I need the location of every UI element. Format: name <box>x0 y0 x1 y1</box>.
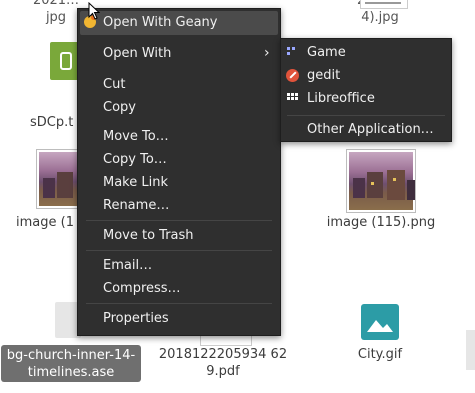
submenu-item-libreoffice[interactable]: Libreoffice <box>307 88 375 110</box>
submenu-item-gedit[interactable]: gedit <box>307 65 340 87</box>
file-label-pdf-line2[interactable]: 9.pdf <box>156 363 290 380</box>
menu-separator <box>86 220 272 221</box>
menu-item-cut[interactable]: Cut <box>103 74 125 96</box>
lock-icon <box>60 52 72 70</box>
menu-item-move-to[interactable]: Move To… <box>103 126 169 148</box>
partial-file-icon-edge[interactable] <box>466 330 475 370</box>
file-label-pdf-line1[interactable]: 2018122205934 62 <box>156 346 290 363</box>
image-icon <box>367 320 393 332</box>
menu-separator <box>86 250 272 251</box>
pdf-thumbnail-top[interactable] <box>360 0 408 9</box>
mouse-cursor-icon <box>88 2 100 20</box>
submenu-item-other-application[interactable]: Other Application… <box>307 119 434 141</box>
menu-item-copy-to[interactable]: Copy To… <box>103 149 167 171</box>
submenu-item-game[interactable]: Game <box>307 42 346 64</box>
game-icon <box>287 47 299 57</box>
file-label-bg-church-line1: bg-church-inner-14- <box>6 348 136 363</box>
menu-separator <box>86 303 272 304</box>
open-with-submenu: Game gedit Libreoffice Other Application… <box>280 38 452 142</box>
file-label-image-left[interactable]: image (1 <box>16 214 86 231</box>
menu-item-compress[interactable]: Compress… <box>103 278 181 300</box>
menu-item-move-to-trash[interactable]: Move to Trash <box>103 225 194 247</box>
image-thumbnail-right[interactable] <box>346 149 416 213</box>
file-label-sdcp[interactable]: sDCp.t <box>30 114 78 131</box>
menu-item-rename[interactable]: Rename… <box>103 195 169 217</box>
menu-separator <box>287 115 445 116</box>
image-thumbnail-left[interactable] <box>36 149 95 209</box>
chevron-right-icon: › <box>264 45 270 61</box>
libreoffice-icon <box>287 93 299 103</box>
menu-item-email[interactable]: Email… <box>103 255 152 277</box>
selected-file-label-bg[interactable]: bg-church-inner-14- timelines.ase <box>1 345 141 382</box>
menu-item-open-with-geany[interactable]: Open With Geany <box>103 12 217 34</box>
gedit-icon <box>286 69 299 82</box>
context-menu: Open With Geany Open With › Cut Copy Mov… <box>77 8 281 336</box>
city-gif-icon[interactable] <box>361 304 399 340</box>
menu-item-make-link[interactable]: Make Link <box>103 172 168 194</box>
file-label-bg-church-line2: timelines.ase <box>27 365 115 380</box>
sdcp-file-icon[interactable] <box>50 42 80 80</box>
menu-item-properties[interactable]: Properties <box>103 308 169 330</box>
file-label-image-right[interactable]: image (115).png <box>326 214 436 231</box>
menu-item-copy[interactable]: Copy <box>103 97 136 119</box>
menu-item-open-with[interactable]: Open With <box>103 43 171 65</box>
file-label-city[interactable]: City.gif <box>340 346 420 363</box>
